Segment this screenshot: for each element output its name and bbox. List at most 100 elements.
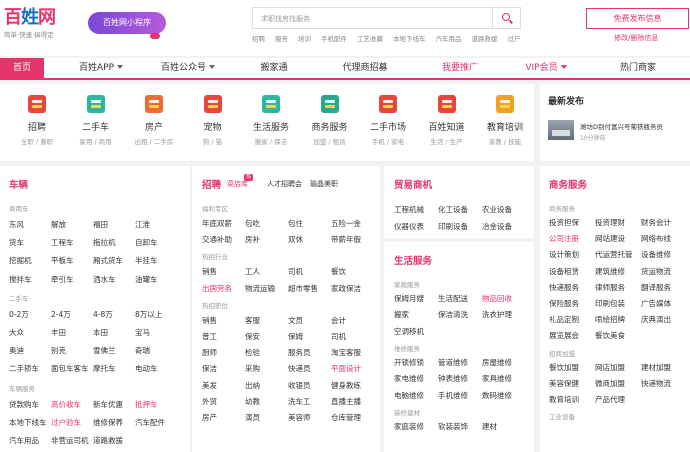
category-link[interactable]: 印刷包装: [595, 298, 625, 309]
category-link[interactable]: 贷款购车: [9, 399, 39, 410]
category-link[interactable]: 过户验车: [51, 417, 81, 428]
category-link[interactable]: 房产: [202, 412, 217, 423]
category-item[interactable]: 教育培训 家教 / 技能: [476, 92, 534, 146]
category-link[interactable]: 出纳: [245, 380, 260, 391]
category-link[interactable]: 淘宝客服: [331, 347, 361, 358]
category-link[interactable]: 货车: [9, 237, 24, 248]
news-thumbnail[interactable]: [548, 120, 574, 140]
category-link[interactable]: 别克: [51, 345, 66, 356]
category-link[interactable]: 家电维修: [394, 373, 424, 384]
hot-search-link[interactable]: 手机配件: [321, 33, 347, 43]
category-link[interactable]: 丰田: [51, 327, 66, 338]
hot-search-link[interactable]: 道路救援: [472, 33, 498, 43]
category-link[interactable]: 汽车配件: [135, 417, 165, 428]
hot-search-link[interactable]: 本地下线车: [393, 33, 426, 43]
miniprogram-button[interactable]: 百姓网小程序: [88, 12, 166, 34]
category-link[interactable]: 快递物流: [641, 378, 671, 389]
category-link[interactable]: 设备租赁: [549, 266, 579, 277]
category-link[interactable]: 礼品定制: [549, 314, 579, 325]
category-item[interactable]: 二手车 家用 / 商用: [67, 92, 125, 146]
hot-search-link[interactable]: 汽车用品: [436, 33, 462, 43]
search-box[interactable]: 求职找房找服务: [252, 7, 521, 29]
category-link[interactable]: 保洁: [202, 363, 217, 374]
category-link[interactable]: 财务会计: [641, 217, 671, 228]
category-link[interactable]: 抵押车: [135, 399, 158, 410]
category-link[interactable]: 收银员: [288, 380, 311, 391]
category-link[interactable]: 销售: [202, 315, 217, 326]
category-link[interactable]: 钟表维修: [438, 373, 468, 384]
category-link[interactable]: 家政保洁: [331, 283, 361, 294]
category-item[interactable]: 房产 出租 / 二手房: [125, 92, 183, 146]
hot-search-link[interactable]: 服务: [275, 33, 288, 43]
category-link[interactable]: 自卸车: [135, 237, 158, 248]
category-link[interactable]: 包住: [288, 218, 303, 229]
category-link[interactable]: 4-8万: [93, 309, 113, 320]
category-link[interactable]: 道路救援: [93, 435, 123, 446]
hot-search-link[interactable]: 过户: [508, 33, 521, 43]
category-link[interactable]: 网店加盟: [595, 362, 625, 373]
category-link[interactable]: 司机: [331, 331, 346, 342]
category-link[interactable]: 设计策划: [549, 249, 579, 260]
category-link[interactable]: 房补: [245, 234, 260, 245]
category-item[interactable]: 生活服务 搬家 / 保洁: [242, 92, 300, 146]
hot-search-link[interactable]: 招聘: [252, 33, 265, 43]
category-link[interactable]: 翻译服务: [641, 282, 671, 293]
category-link[interactable]: 东风: [9, 219, 24, 230]
nav-item[interactable]: 代理商招募: [318, 58, 412, 78]
category-link[interactable]: 网站建设: [595, 233, 625, 244]
category-link[interactable]: 高价收车: [51, 399, 81, 410]
recruit-tab[interactable]: 人才招聘会: [267, 179, 302, 189]
category-link[interactable]: 投资理财: [595, 217, 625, 228]
category-link[interactable]: 喷绘招牌: [595, 314, 625, 325]
category-link[interactable]: 拖拉机: [93, 237, 116, 248]
category-link[interactable]: 平板车: [51, 255, 74, 266]
hot-search-link[interactable]: 工艺收藏: [357, 33, 383, 43]
category-link[interactable]: 美容保健: [549, 378, 579, 389]
category-link[interactable]: 厢式货车: [93, 255, 123, 266]
category-link[interactable]: 空调移机: [394, 326, 424, 337]
category-link[interactable]: 仪器仪表: [394, 221, 424, 232]
news-item-title[interactable]: 潍坊D别付富兴号葡铁瓶务员: [580, 121, 663, 131]
category-link[interactable]: 普工: [202, 331, 217, 342]
category-link[interactable]: 保险服务: [549, 298, 579, 309]
category-link[interactable]: 牵引车: [51, 274, 74, 285]
nav-item[interactable]: 首页: [0, 58, 44, 78]
category-link[interactable]: 餐饮加盟: [549, 362, 579, 373]
category-link[interactable]: 律师服务: [595, 282, 625, 293]
category-link[interactable]: 交通补助: [202, 234, 232, 245]
category-link[interactable]: 出国劳务: [202, 283, 232, 294]
category-link[interactable]: 工程车: [51, 237, 74, 248]
category-item[interactable]: 商务服务 加盟 / 租赁: [301, 92, 359, 146]
category-link[interactable]: 工人: [245, 266, 260, 277]
category-link[interactable]: 司机: [288, 266, 303, 277]
category-link[interactable]: 销售: [202, 266, 217, 277]
category-link[interactable]: 解放: [51, 219, 66, 230]
category-link[interactable]: 江淮: [135, 219, 150, 230]
category-link[interactable]: 厨师: [202, 347, 217, 358]
category-link[interactable]: 手机维修: [438, 390, 468, 401]
category-link[interactable]: 建筑维修: [595, 266, 625, 277]
category-link[interactable]: 采购: [245, 363, 260, 374]
category-link[interactable]: 公司注册: [549, 233, 579, 244]
category-link[interactable]: 快递服务: [549, 282, 579, 293]
category-link[interactable]: 带薪年假: [331, 234, 361, 245]
search-input[interactable]: 求职找房找服务: [261, 14, 310, 24]
category-link[interactable]: 数码维修: [482, 390, 512, 401]
category-link[interactable]: 油罐车: [135, 274, 158, 285]
category-link[interactable]: 幼教: [245, 396, 260, 407]
category-link[interactable]: 仓库管理: [331, 412, 361, 423]
category-link[interactable]: 平面设计: [331, 363, 361, 374]
category-link[interactable]: 文员: [288, 315, 303, 326]
category-link[interactable]: 化工设备: [438, 204, 468, 215]
category-link[interactable]: 家具维修: [482, 373, 512, 384]
category-link[interactable]: 美发: [202, 380, 217, 391]
category-link[interactable]: 建材加盟: [641, 362, 671, 373]
category-link[interactable]: 产品代理: [595, 394, 625, 405]
category-link[interactable]: 开锁修锁: [394, 357, 424, 368]
category-link[interactable]: 新车优惠: [93, 399, 123, 410]
category-link[interactable]: 电脑维修: [394, 390, 424, 401]
panel-title[interactable]: 招聘: [202, 177, 221, 191]
category-link[interactable]: 投资担保: [549, 217, 579, 228]
category-link[interactable]: 外贸: [202, 396, 217, 407]
category-link[interactable]: 包吃: [245, 218, 260, 229]
